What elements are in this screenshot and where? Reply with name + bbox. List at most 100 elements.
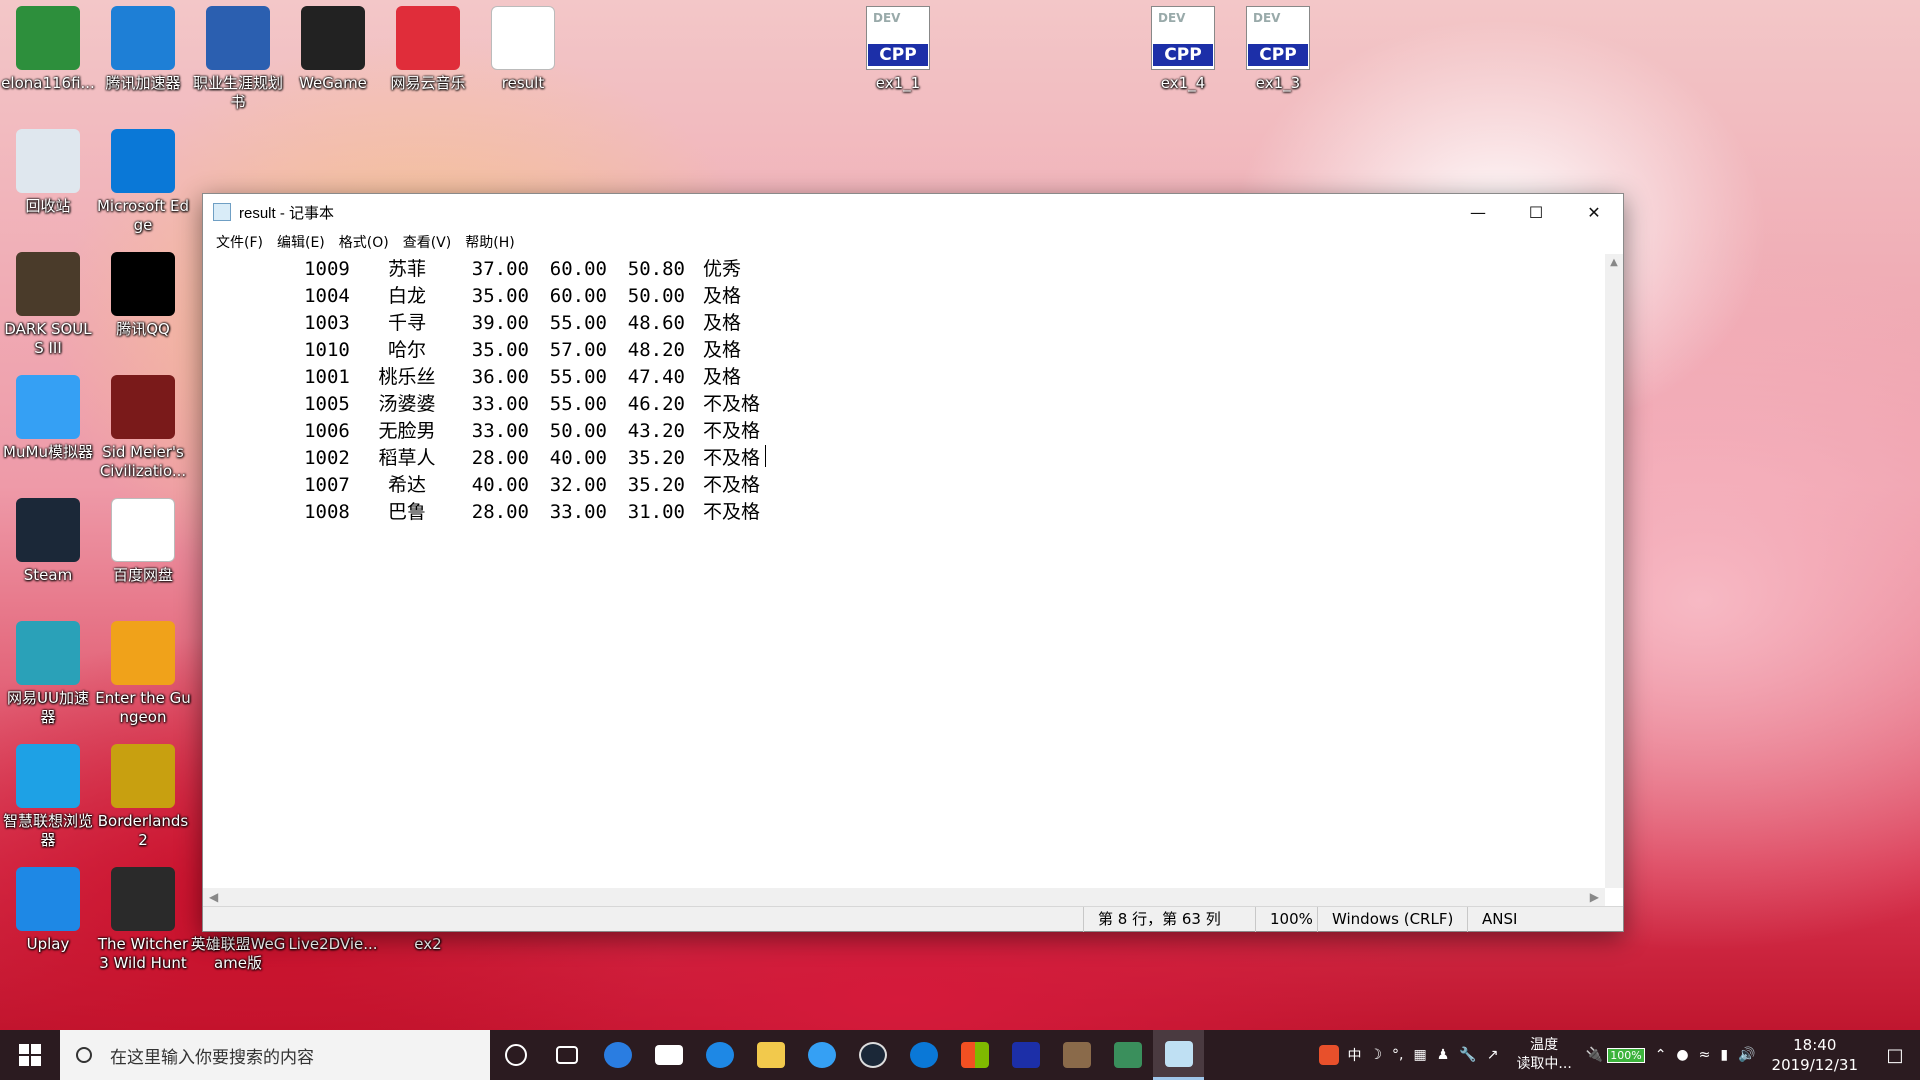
menu-file[interactable]: 文件(F)	[209, 232, 270, 252]
cpp-file-icon: DEV CPP	[866, 6, 930, 70]
qq-tray-icon[interactable]: ●	[1676, 1047, 1688, 1063]
sogou-ime-icon[interactable]	[1319, 1045, 1340, 1065]
maximize-button[interactable]: ☐	[1507, 194, 1565, 230]
desktop-icon[interactable]: 腾讯加速器	[95, 6, 191, 93]
wifi-icon[interactable]: ≈	[1699, 1047, 1711, 1063]
task-view-icon[interactable]	[541, 1030, 592, 1080]
desktop-icon[interactable]: elona116fi...	[0, 6, 96, 93]
menu-edit[interactable]: 编辑(E)	[270, 232, 332, 252]
desktop-icon-label: Sid Meier's Civilizatio...	[99, 443, 187, 480]
student-name: 无脸男	[378, 420, 436, 442]
desktop-icon[interactable]: WeGame	[285, 6, 381, 93]
scroll-up-icon[interactable]: ▲	[1605, 254, 1623, 272]
student-id: 1009	[304, 258, 350, 280]
taskbar-mumu-icon[interactable]	[796, 1030, 847, 1080]
scroll-left-icon[interactable]: ◀	[209, 888, 218, 906]
desktop-icon[interactable]: Sid Meier's Civilizatio...	[95, 375, 191, 481]
text-line: 1005 汤婆婆 33.00 55.00 46.20 不及格	[203, 391, 1605, 418]
volume-icon[interactable]: 🔊	[1738, 1047, 1755, 1063]
desktop-icon[interactable]: Enter the Gungeon	[95, 621, 191, 727]
score-2: 55.00	[549, 312, 607, 334]
vertical-scrollbar[interactable]: ▲	[1605, 254, 1623, 888]
desktop-icon[interactable]: 职业生涯规划书	[190, 6, 286, 112]
cpp-label: CPP	[868, 44, 928, 66]
edge-icon	[111, 129, 175, 193]
cortana-icon[interactable]	[490, 1030, 541, 1080]
taskbar-app-lenovo-icon[interactable]	[592, 1030, 643, 1080]
taskbar-browser-icon[interactable]	[694, 1030, 745, 1080]
student-name: 白龙	[387, 285, 426, 307]
desktop-icon[interactable]: MuMu模拟器	[0, 375, 96, 462]
horizontal-scrollbar[interactable]: ◀ ▶	[203, 888, 1605, 906]
battery-tray-icon[interactable]: ▮	[1720, 1047, 1728, 1063]
desktop-icon[interactable]: Steam	[0, 498, 96, 585]
dark-souls-icon	[16, 252, 80, 316]
uplay-icon	[16, 867, 80, 931]
desktop-icon[interactable]: DEV CPP ex1_3	[1230, 6, 1326, 93]
desktop-icon[interactable]: DEV CPP ex1_4	[1135, 6, 1231, 93]
notepad-window[interactable]: result - 记事本 — ☐ ✕ 文件(F) 编辑(E) 格式(O) 查看(…	[202, 193, 1624, 932]
desktop-icon[interactable]: 网易UU加速器	[0, 621, 96, 727]
menu-help[interactable]: 帮助(H)	[458, 232, 521, 252]
taskbar-edge-icon[interactable]	[898, 1030, 949, 1080]
desktop-icon[interactable]: result	[475, 6, 571, 93]
student-id: 1006	[304, 420, 350, 442]
taskbar-game-icon[interactable]	[1051, 1030, 1102, 1080]
dev-label: DEV	[1158, 11, 1186, 25]
taskbar-devcpp-icon[interactable]	[1000, 1030, 1051, 1080]
taskbar-mail-icon[interactable]	[643, 1030, 694, 1080]
title-bar[interactable]: result - 记事本 — ☐ ✕	[203, 194, 1623, 230]
start-button[interactable]	[0, 1030, 60, 1080]
desktop-icon[interactable]: 智慧联想浏览器	[0, 744, 96, 850]
keyboard-icon[interactable]: ▦	[1413, 1047, 1426, 1063]
dev-label: DEV	[873, 11, 901, 25]
grade: 不及格	[703, 474, 761, 496]
netease-music-icon	[396, 6, 460, 70]
windows-logo-icon	[19, 1044, 41, 1066]
minimize-button[interactable]: —	[1449, 194, 1507, 230]
desktop-icon[interactable]: 百度网盘	[95, 498, 191, 585]
desktop-icon-label: Steam	[23, 566, 73, 584]
taskbar-app-icon[interactable]	[1102, 1030, 1153, 1080]
desktop-icon[interactable]: DARK SOULS III	[0, 252, 96, 358]
temperature-widget[interactable]: 温度 读取中...	[1516, 1036, 1571, 1074]
desktop-icon[interactable]: 腾讯QQ	[95, 252, 191, 339]
punctuation-icon[interactable]: °,	[1392, 1047, 1403, 1063]
desktop-icon[interactable]: Microsoft Edge	[95, 129, 191, 235]
taskbar-steam-icon[interactable]	[847, 1030, 898, 1080]
moon-icon[interactable]: ☽	[1369, 1047, 1382, 1063]
tools-icon[interactable]: 🔧	[1459, 1047, 1476, 1063]
search-box[interactable]: 在这里输入你要搜索的内容	[60, 1030, 490, 1080]
user-icon[interactable]: ♟	[1437, 1047, 1450, 1063]
text-line: 1002 稻草人 28.00 40.00 35.20 不及格	[203, 445, 1605, 472]
desktop-icon-label: ex2	[414, 935, 442, 953]
desktop-icon[interactable]: The Witcher 3 Wild Hunt	[95, 867, 191, 973]
taskbar-store-icon[interactable]	[949, 1030, 1000, 1080]
external-link-icon[interactable]: ↗	[1487, 1047, 1499, 1063]
text-line: 1001 桃乐丝 36.00 55.00 47.40 及格	[203, 364, 1605, 391]
score-2: 57.00	[549, 339, 607, 361]
desktop-icon-label: result	[501, 74, 545, 92]
taskbar-explorer-icon[interactable]	[745, 1030, 796, 1080]
battery-icon[interactable]: 🔌 100%	[1586, 1047, 1645, 1063]
word-doc-icon	[206, 6, 270, 70]
scroll-right-icon[interactable]: ▶	[1590, 888, 1599, 906]
clock[interactable]: 18:40 2019/12/31	[1760, 1035, 1870, 1075]
text-editor[interactable]: 1009 苏菲 37.00 60.00 50.80 优秀 1004 白龙 35.00 60.00 5…	[203, 254, 1605, 888]
desktop-icon[interactable]: DEV CPP ex1_1	[850, 6, 946, 93]
encoding: ANSI	[1467, 906, 1567, 932]
desktop-icon-label: MuMu模拟器	[3, 443, 93, 461]
menu-format[interactable]: 格式(O)	[332, 232, 396, 252]
desktop-icon[interactable]: 网易云音乐	[380, 6, 476, 93]
menu-view[interactable]: 查看(V)	[396, 232, 459, 252]
close-button[interactable]: ✕	[1565, 194, 1623, 230]
desktop-icon[interactable]: 回收站	[0, 129, 96, 216]
taskbar-notepad-icon[interactable]	[1153, 1030, 1204, 1080]
ime-mode[interactable]: 中	[1347, 1045, 1361, 1065]
desktop-icon[interactable]: Uplay	[0, 867, 96, 954]
score-2: 32.00	[549, 474, 607, 496]
desktop-icon[interactable]: Borderlands 2	[95, 744, 191, 850]
notification-icon[interactable]: □	[1870, 1045, 1920, 1066]
chevron-up-icon[interactable]: ⌃	[1655, 1047, 1667, 1063]
score-2: 55.00	[549, 393, 607, 415]
